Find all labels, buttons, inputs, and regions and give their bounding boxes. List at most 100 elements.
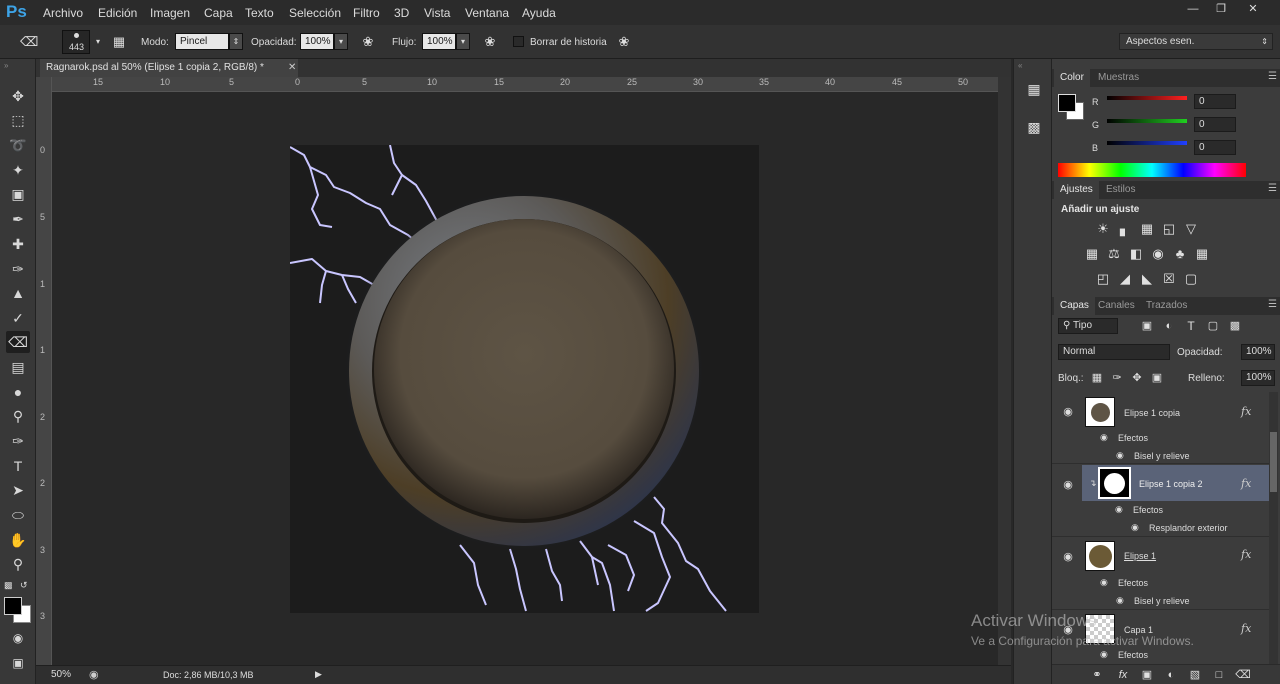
zoom-tool-icon[interactable]: ⚲ — [6, 553, 30, 575]
layer-name[interactable]: Elipse 1 copia — [1124, 408, 1180, 418]
tab-channels[interactable]: Canales — [1092, 297, 1141, 315]
effects-eye-icon[interactable]: ◉ — [1115, 504, 1123, 515]
channel-b-slider[interactable] — [1107, 141, 1187, 145]
opacity-dropdown-arrow[interactable]: ▾ — [334, 33, 348, 50]
screen-mode-icon[interactable]: ▣ — [6, 652, 30, 674]
swap-colors-icon[interactable]: ↺ — [20, 580, 28, 591]
color-spectrum-bar[interactable] — [1058, 163, 1246, 177]
crop-tool-icon[interactable]: ▣ — [6, 183, 30, 205]
posterize-icon[interactable]: ◢ — [1116, 270, 1134, 288]
visibility-eye-icon[interactable]: ◉ — [1061, 405, 1075, 418]
gradient-tool-icon[interactable]: ▤ — [6, 356, 30, 378]
layer-row-selected[interactable]: ◉ ↴ Elipse 1 copia 2 fx ◉ Efectos ◉ Resp… — [1052, 465, 1272, 537]
close-tab-icon[interactable]: ✕ — [288, 59, 296, 76]
eraser-tool-icon[interactable]: ⌫ — [6, 331, 30, 353]
menu-vista[interactable]: Vista — [424, 6, 450, 20]
vertical-scrollbar[interactable] — [998, 77, 1011, 665]
mode-dropdown-arrow[interactable]: ⇕ — [229, 33, 243, 50]
panel-foreground-swatch[interactable] — [1058, 94, 1076, 112]
fx-icon[interactable]: fx — [1241, 477, 1251, 490]
restore-icon[interactable]: ❐ — [1208, 1, 1234, 17]
color-lookup-icon[interactable]: ▦ — [1193, 245, 1211, 263]
document-tab[interactable]: Ragnarok.psd al 50% (Elipse 1 copia 2, R… — [40, 59, 298, 77]
flow-dropdown-arrow[interactable]: ▾ — [456, 33, 470, 50]
black-white-icon[interactable]: ◧ — [1127, 245, 1145, 263]
menu-imagen[interactable]: Imagen — [150, 6, 190, 20]
lock-position-icon[interactable]: ✥ — [1128, 369, 1146, 387]
channel-g-slider[interactable] — [1107, 119, 1187, 123]
eraser-tool-icon[interactable]: ⌫ — [20, 34, 38, 50]
visibility-eye-icon[interactable]: ◉ — [1061, 478, 1075, 491]
filter-shape-icon[interactable]: ▢ — [1204, 317, 1222, 335]
lock-pixels-icon[interactable]: ✑ — [1108, 369, 1126, 387]
tab-paths[interactable]: Trazados — [1140, 297, 1193, 315]
panel-menu-icon[interactable]: ☰ — [1268, 71, 1277, 82]
foreground-color-swatch[interactable] — [4, 597, 22, 615]
status-info-icon[interactable]: ◉ — [89, 668, 99, 681]
layer-filter-select[interactable]: ⚲ Tipo — [1058, 318, 1118, 334]
tab-adjustments[interactable]: Ajustes — [1054, 181, 1099, 199]
channel-r-value[interactable]: 0 — [1194, 94, 1236, 109]
collapse-dock-icon[interactable]: « — [1018, 61, 1022, 70]
document-workspace[interactable] — [52, 92, 998, 665]
type-tool-icon[interactable]: T — [6, 455, 30, 477]
menu-ventana[interactable]: Ventana — [465, 6, 509, 20]
effects-eye-icon[interactable]: ◉ — [1100, 432, 1108, 443]
gradient-map-icon[interactable]: ▢ — [1182, 270, 1200, 288]
effects-eye-icon[interactable]: ◉ — [1100, 577, 1108, 588]
menu-capa[interactable]: Capa — [204, 6, 233, 20]
blend-mode-select[interactable]: Normal — [1058, 344, 1170, 360]
menu-texto[interactable]: Texto — [245, 6, 274, 20]
filter-smart-object-icon[interactable]: ▩ — [1226, 317, 1244, 335]
pressure-size-icon[interactable]: ❀ — [615, 34, 633, 50]
fx-icon[interactable]: fx — [1241, 622, 1251, 635]
filter-adjustment-icon[interactable]: ◐ — [1160, 317, 1178, 335]
dodge-tool-icon[interactable]: ⚲ — [6, 405, 30, 427]
new-layer-icon[interactable]: □ — [1210, 666, 1228, 684]
move-tool-icon[interactable]: ✥ — [6, 85, 30, 107]
magic-wand-tool-icon[interactable]: ✦ — [6, 159, 30, 181]
fx-icon[interactable]: fx — [1241, 548, 1251, 561]
channel-b-value[interactable]: 0 — [1194, 140, 1236, 155]
erase-history-checkbox[interactable] — [513, 36, 524, 47]
visibility-eye-icon[interactable]: ◉ — [1061, 550, 1075, 563]
opacity-field[interactable]: 100% — [300, 33, 334, 50]
healing-brush-tool-icon[interactable]: ✚ — [6, 233, 30, 255]
pen-tool-icon[interactable]: ✑ — [6, 430, 30, 452]
marquee-tool-icon[interactable]: ⬚ — [6, 109, 30, 131]
chevron-down-icon[interactable]: ▾ — [89, 34, 107, 50]
photo-filter-icon[interactable]: ◉ — [1149, 245, 1167, 263]
lock-transparency-icon[interactable]: ▦ — [1088, 369, 1106, 387]
layer-name[interactable]: Elipse 1 — [1124, 551, 1156, 561]
effects-eye-icon[interactable]: ◉ — [1100, 649, 1108, 660]
new-group-icon[interactable]: ▧ — [1186, 666, 1204, 684]
layer-row[interactable]: ◉ Elipse 1 copia fx ◉ Efectos ◉ Bisel y … — [1052, 392, 1272, 464]
ellipse-tool-icon[interactable]: ⬭ — [6, 504, 30, 526]
quick-mask-icon[interactable]: ◉ — [6, 627, 30, 649]
add-mask-icon[interactable]: ▣ — [1138, 666, 1156, 684]
effect-eye-icon[interactable]: ◉ — [1116, 595, 1124, 606]
fx-icon[interactable]: fx — [1241, 405, 1251, 418]
channel-mixer-icon[interactable]: ♣ — [1171, 245, 1189, 263]
menu-filtro[interactable]: Filtro — [353, 6, 380, 20]
scrollbar-thumb[interactable] — [1270, 432, 1277, 492]
history-brush-tool-icon[interactable]: ✓ — [6, 307, 30, 329]
menu-archivo[interactable]: Archivo — [43, 6, 83, 20]
flow-field[interactable]: 100% — [422, 33, 456, 50]
delete-layer-icon[interactable]: ⌫ — [1234, 666, 1252, 684]
menu-edicion[interactable]: Edición — [98, 6, 137, 20]
layers-scrollbar[interactable] — [1269, 392, 1278, 664]
tab-styles[interactable]: Estilos — [1100, 181, 1141, 199]
pressure-opacity-icon[interactable]: ❀ — [359, 34, 377, 50]
invert-icon[interactable]: ◰ — [1094, 270, 1112, 288]
menu-3d[interactable]: 3D — [394, 6, 409, 20]
exposure-icon[interactable]: ◱ — [1160, 220, 1178, 238]
brush-panel-icon[interactable]: ▦ — [110, 34, 128, 50]
curves-icon[interactable]: ▦ — [1138, 220, 1156, 238]
vibrance-icon[interactable]: ▽ — [1182, 220, 1200, 238]
path-selection-tool-icon[interactable]: ➤ — [6, 479, 30, 501]
hue-saturation-icon[interactable]: ▦ — [1083, 245, 1101, 263]
layer-name[interactable]: Elipse 1 copia 2 — [1139, 479, 1203, 489]
minimize-icon[interactable]: — — [1180, 1, 1206, 17]
workspace-select[interactable]: Aspectos esen. ⇕ — [1119, 33, 1273, 50]
